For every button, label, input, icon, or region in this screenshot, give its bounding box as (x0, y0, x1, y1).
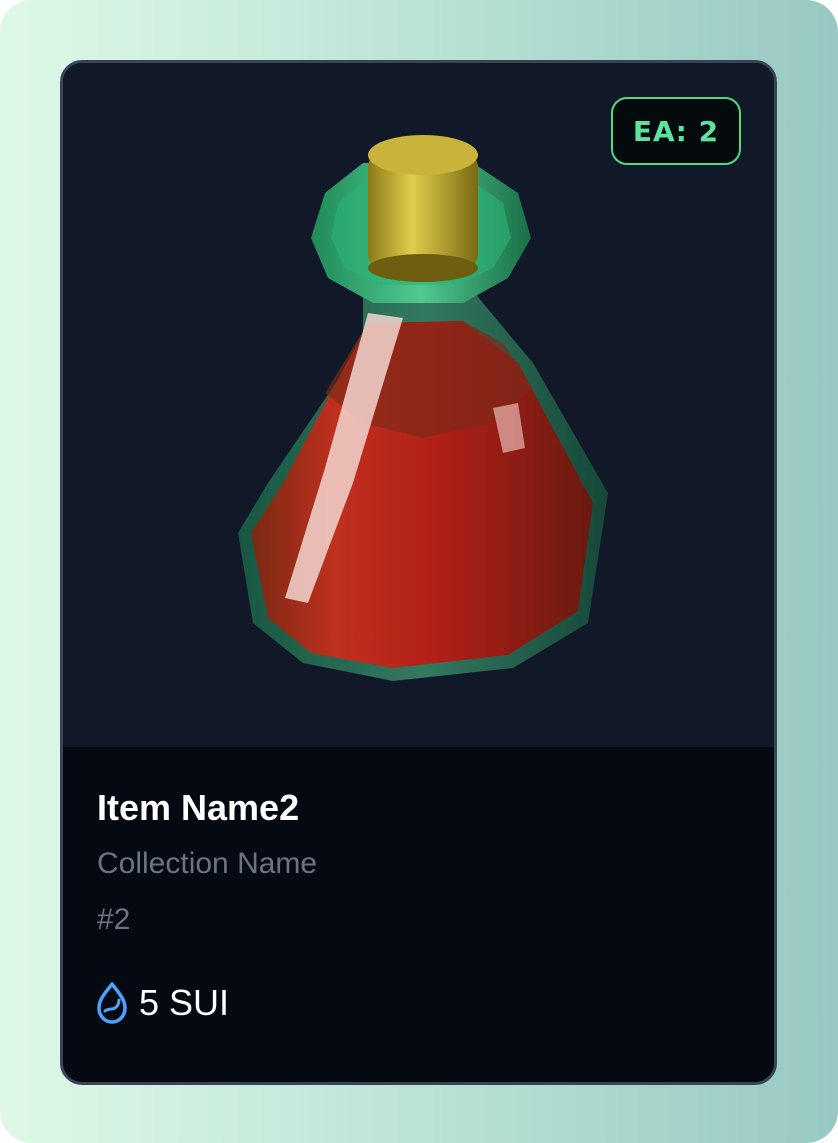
ea-badge-value: 2 (698, 114, 720, 148)
sui-drop-icon (97, 982, 127, 1024)
ea-badge: EA: 2 (611, 97, 741, 165)
item-info: Item Name2 Collection Name #2 5 SUI (63, 747, 774, 1082)
item-number: #2 (97, 903, 131, 936)
item-image[interactable]: EA: 2 (63, 63, 774, 747)
ea-badge-label: EA (632, 114, 676, 148)
nft-card[interactable]: EA: 2 Item Name2 Collection Name #2 5 SU… (60, 60, 777, 1085)
item-name[interactable]: Item Name2 (97, 787, 299, 829)
page-background: EA: 2 Item Name2 Collection Name #2 5 SU… (0, 0, 838, 1143)
collection-name[interactable]: Collection Name (97, 847, 317, 881)
ea-badge-separator: : (675, 114, 699, 148)
price: 5 SUI (95, 981, 229, 1025)
potion-bottle-icon (238, 135, 608, 681)
price-amount: 5 SUI (139, 982, 230, 1023)
